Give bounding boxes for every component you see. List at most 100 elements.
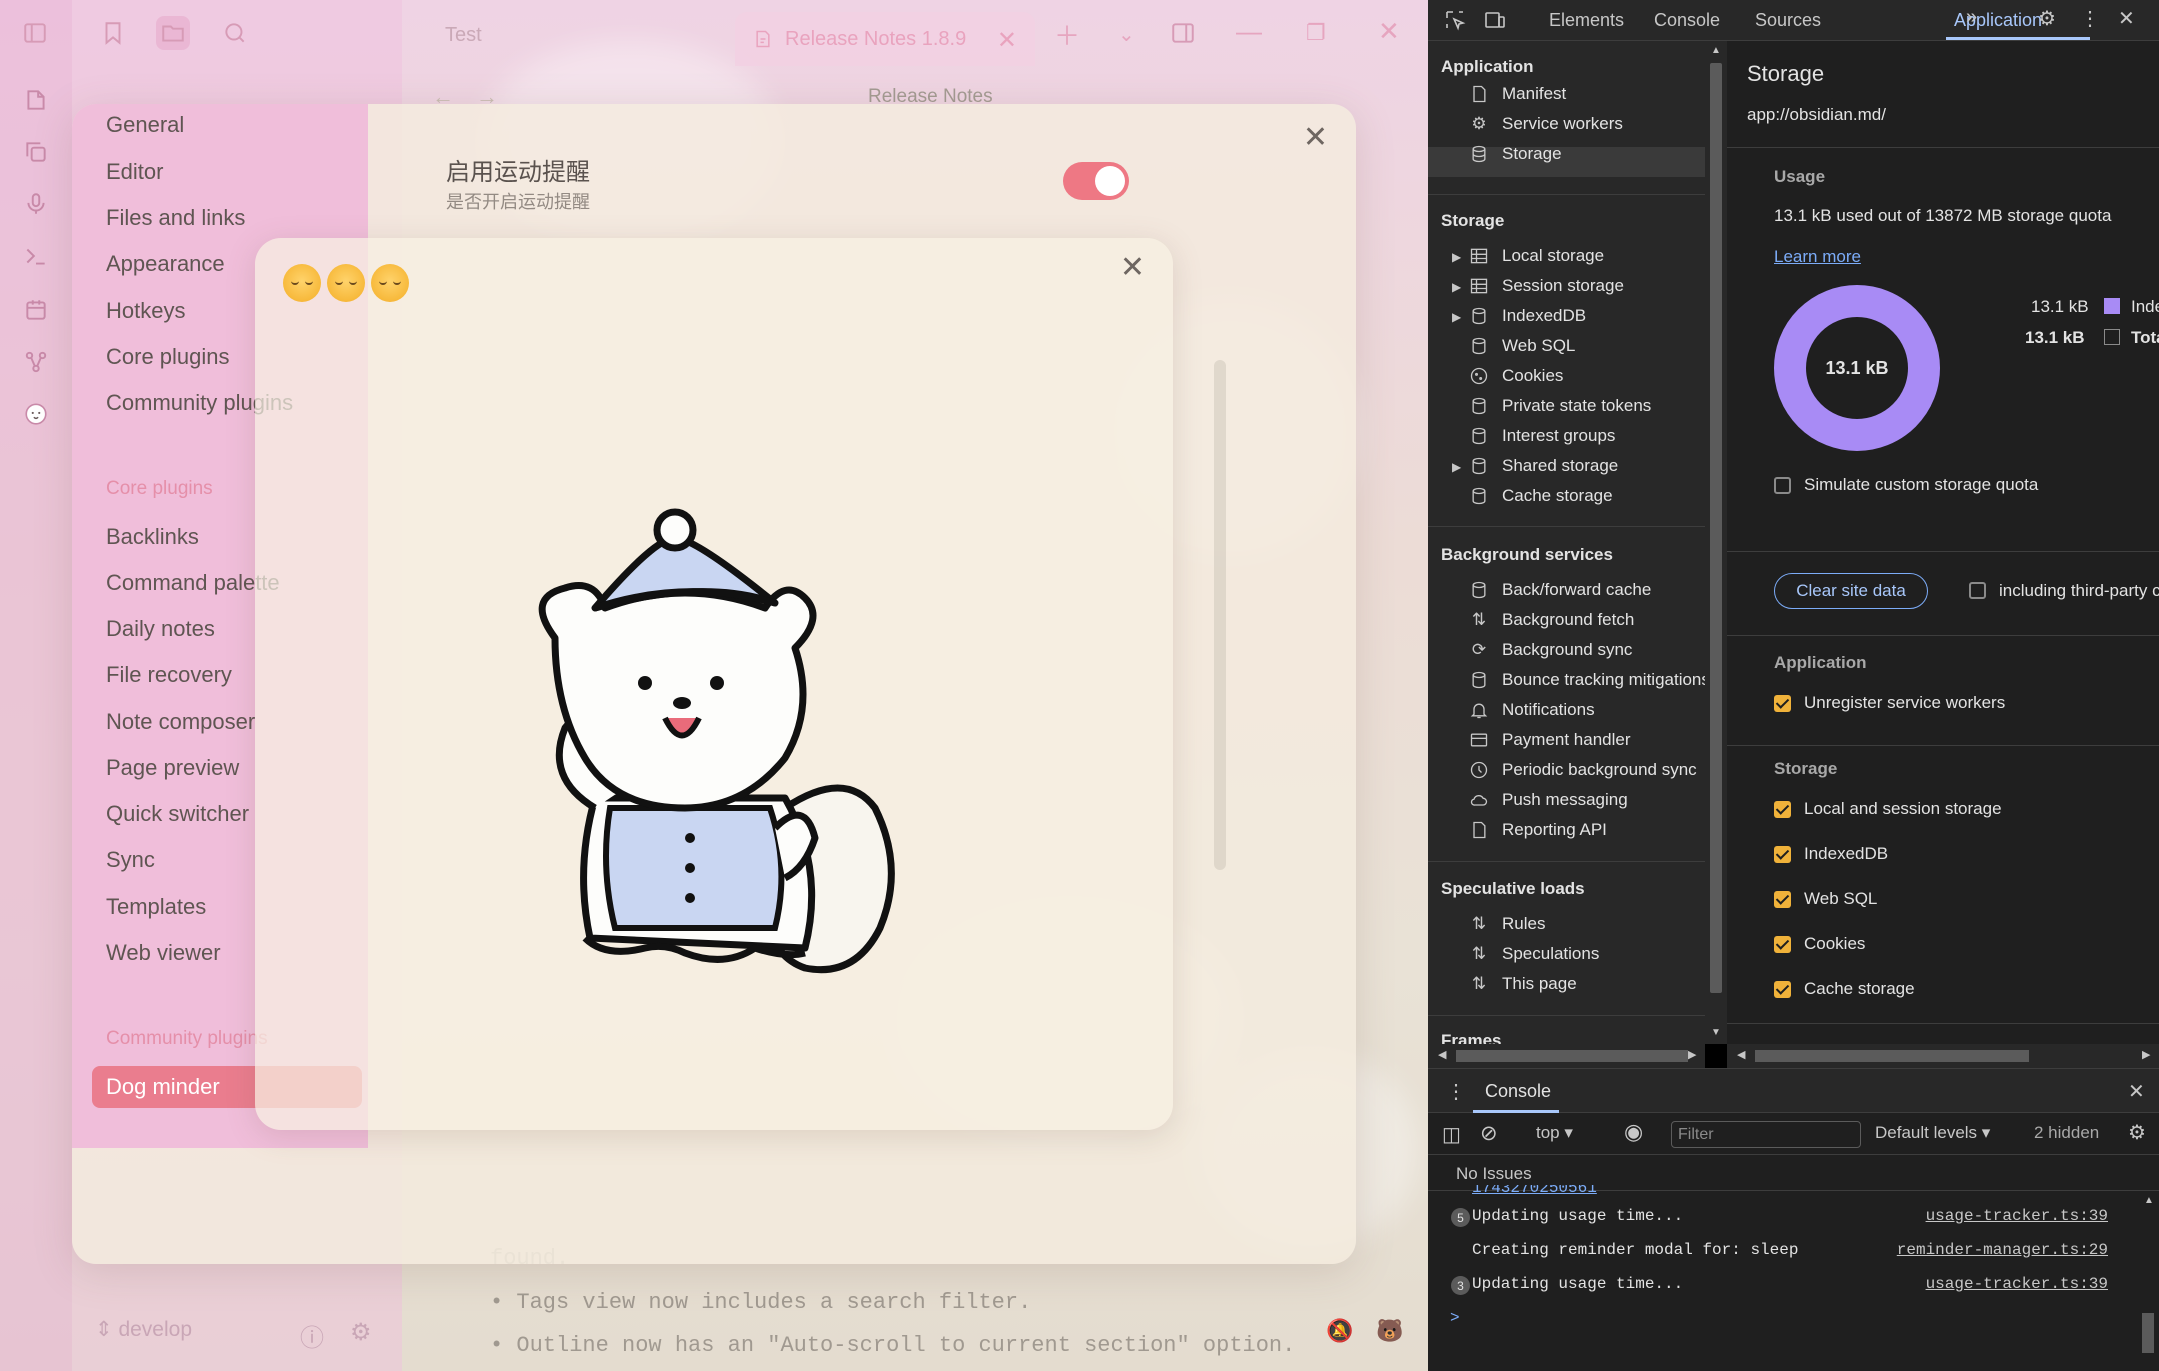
help-icon[interactable]: ⓘ	[300, 1318, 328, 1352]
minimize-icon[interactable]: —	[1236, 16, 1262, 47]
sidebar-item-notifications[interactable]: Notifications	[1468, 699, 1595, 721]
console-filter-input[interactable]	[1671, 1121, 1861, 1148]
kebab-menu-icon[interactable]: ⋮	[2080, 6, 2104, 30]
context-select[interactable]: top ▾	[1536, 1123, 1573, 1143]
close-devtools-icon[interactable]: ✕	[2118, 6, 2142, 30]
settings-nav-item[interactable]: Quick switcher	[106, 801, 249, 827]
scroll-right-icon[interactable]: ▶	[1688, 1048, 1696, 1061]
tab-elements[interactable]: Elements	[1549, 10, 1624, 31]
new-tab-icon[interactable]: ＋	[1054, 16, 1080, 53]
cookies-checkbox[interactable]	[1774, 936, 1791, 953]
settings-nav-item[interactable]: Files and links	[106, 205, 245, 231]
settings-nav-item[interactable]: Page preview	[106, 755, 239, 781]
expand-triangle-icon[interactable]: ▶	[1452, 310, 1461, 324]
settings-nav-item[interactable]: Editor	[106, 159, 163, 185]
third-party-cookies-checkbox[interactable]	[1969, 582, 1986, 599]
microphone-icon[interactable]	[22, 190, 50, 218]
log-source-link[interactable]: usage-tracker.ts:39	[1926, 1275, 2108, 1293]
chevron-down-icon[interactable]: ⌄	[1118, 22, 1135, 47]
settings-nav-item[interactable]: Core plugins	[106, 344, 230, 370]
tab-release-notes[interactable]: Release Notes 1.8.9 ✕	[735, 12, 1035, 66]
settings-nav-item[interactable]: Command palette	[106, 570, 280, 596]
settings-nav-item[interactable]: General	[106, 112, 184, 138]
live-expression-eye-icon[interactable]: ◉	[1624, 1119, 1643, 1145]
close-drawer-icon[interactable]: ✕	[2128, 1079, 2145, 1104]
scrollbar-thumb[interactable]	[1710, 63, 1722, 993]
scroll-up-icon[interactable]: ▲	[2144, 1195, 2154, 1206]
sidebar-item-back-forward-cache[interactable]: Back/forward cache	[1468, 579, 1651, 601]
settings-nav-item[interactable]: Hotkeys	[106, 298, 185, 324]
copy-icon[interactable]	[22, 138, 50, 166]
expand-triangle-icon[interactable]: ▶	[1452, 460, 1461, 474]
tab-sources[interactable]: Sources	[1755, 10, 1821, 31]
sidebar-item-rules[interactable]: ⇅ Rules	[1468, 913, 1546, 935]
clear-console-icon[interactable]: ⊘	[1480, 1121, 1498, 1146]
settings-nav-item[interactable]: File recovery	[106, 662, 232, 688]
sidebar-item-shared-storage[interactable]: Shared storage	[1468, 455, 1618, 477]
more-tabs-icon[interactable]: »	[1966, 6, 1990, 30]
search-icon[interactable]	[218, 16, 252, 50]
cache-storage-checkbox[interactable]	[1774, 981, 1791, 998]
settings-nav-item[interactable]: Daily notes	[106, 616, 215, 642]
sidebar-item-background-sync[interactable]: ⟳ Background sync	[1468, 639, 1633, 661]
close-reminder-icon[interactable]: ✕	[1120, 250, 1145, 285]
settings-nav-item[interactable]: Sync	[106, 847, 155, 873]
sidebar-item-web-sql[interactable]: Web SQL	[1468, 335, 1575, 357]
sidebar-item-local-storage[interactable]: Local storage	[1468, 245, 1604, 267]
gear-icon[interactable]: ⚙	[350, 1318, 378, 1346]
graph-icon[interactable]	[22, 348, 50, 376]
sidebar-hscroll-thumb[interactable]	[1456, 1050, 1688, 1062]
tab-console[interactable]: Console	[1654, 10, 1720, 31]
log-source-link[interactable]: usage-tracker.ts:39	[1926, 1207, 2108, 1225]
sidebar-item-periodic-sync[interactable]: Periodic background sync	[1468, 759, 1697, 781]
dog-minder-icon[interactable]	[22, 400, 50, 428]
scroll-right-icon[interactable]: ▶	[2142, 1048, 2150, 1061]
simulate-quota-checkbox[interactable]	[1774, 477, 1791, 494]
sidebar-item-background-fetch[interactable]: ⇅ Background fetch	[1468, 609, 1634, 631]
settings-nav-item[interactable]: Appearance	[106, 251, 225, 277]
sidebar-item-indexeddb[interactable]: IndexedDB	[1468, 305, 1586, 327]
console-prompt[interactable]: >	[1428, 1309, 2128, 1333]
scroll-up-icon[interactable]: ▲	[1711, 45, 1721, 56]
web-sql-checkbox[interactable]	[1774, 891, 1791, 908]
expand-triangle-icon[interactable]: ▶	[1452, 250, 1461, 264]
sidebar-item-cache-storage[interactable]: Cache storage	[1468, 485, 1613, 507]
expand-triangle-icon[interactable]: ▶	[1452, 280, 1461, 294]
sidebar-item-storage[interactable]: Storage	[1468, 143, 1562, 165]
tab-test[interactable]: Test	[445, 24, 482, 47]
mute-notifications-icon[interactable]: 🔕	[1326, 1318, 1354, 1346]
console-settings-icon[interactable]: ⚙	[2128, 1120, 2146, 1145]
console-scrollbar[interactable]: ▲	[2138, 1193, 2158, 1371]
indexeddb-checkbox[interactable]	[1774, 846, 1791, 863]
sidebar-item-speculations[interactable]: ⇅ Speculations	[1468, 943, 1599, 965]
show-sidebar-icon[interactable]: ◫	[1442, 1122, 1461, 1147]
sidebar-item-session-storage[interactable]: Session storage	[1468, 275, 1624, 297]
learn-more-link[interactable]: Learn more	[1774, 247, 1861, 267]
sidebar-item-private-state-tokens[interactable]: Private state tokens	[1468, 395, 1651, 417]
main-hscroll-thumb[interactable]	[1755, 1050, 2029, 1062]
unregister-sw-checkbox[interactable]	[1774, 695, 1791, 712]
sidebar-item-this-page[interactable]: ⇅ This page	[1468, 973, 1577, 995]
sidebar-item-service-workers[interactable]: ⚙ Service workers	[1468, 113, 1623, 135]
close-tab-icon[interactable]: ✕	[997, 26, 1017, 55]
log-levels-select[interactable]: Default levels ▾	[1875, 1123, 1990, 1143]
settings-nav-item[interactable]: Backlinks	[106, 524, 199, 550]
log-source-link[interactable]: reminder-manager.ts:29	[1897, 1241, 2108, 1259]
device-toolbar-icon[interactable]	[1483, 8, 1507, 32]
bookmark-icon[interactable]	[96, 16, 130, 50]
sidebar-item-interest-groups[interactable]: Interest groups	[1468, 425, 1615, 447]
log-text[interactable]: 1743270250561	[1472, 1185, 1597, 1197]
sidebar-item-bounce-tracking[interactable]: Bounce tracking mitigations	[1468, 669, 1705, 691]
sidebar-item-reporting-api[interactable]: Reporting API	[1468, 819, 1607, 841]
sidebar-item-manifest[interactable]: Manifest	[1468, 83, 1566, 105]
settings-nav-item[interactable]: Web viewer	[106, 940, 221, 966]
bear-status-icon[interactable]: 🐻	[1376, 1318, 1404, 1346]
settings-nav-item[interactable]: Note composer	[106, 709, 255, 735]
clear-site-data-button[interactable]: Clear site data	[1774, 573, 1928, 609]
exercise-reminder-toggle[interactable]	[1063, 162, 1129, 200]
scrollbar-thumb[interactable]	[2142, 1313, 2154, 1353]
folder-icon[interactable]	[156, 16, 190, 50]
scroll-left-icon[interactable]: ◀	[1438, 1048, 1446, 1061]
sidebar-item-push-messaging[interactable]: Push messaging	[1468, 789, 1628, 811]
close-settings-icon[interactable]: ✕	[1303, 120, 1328, 155]
